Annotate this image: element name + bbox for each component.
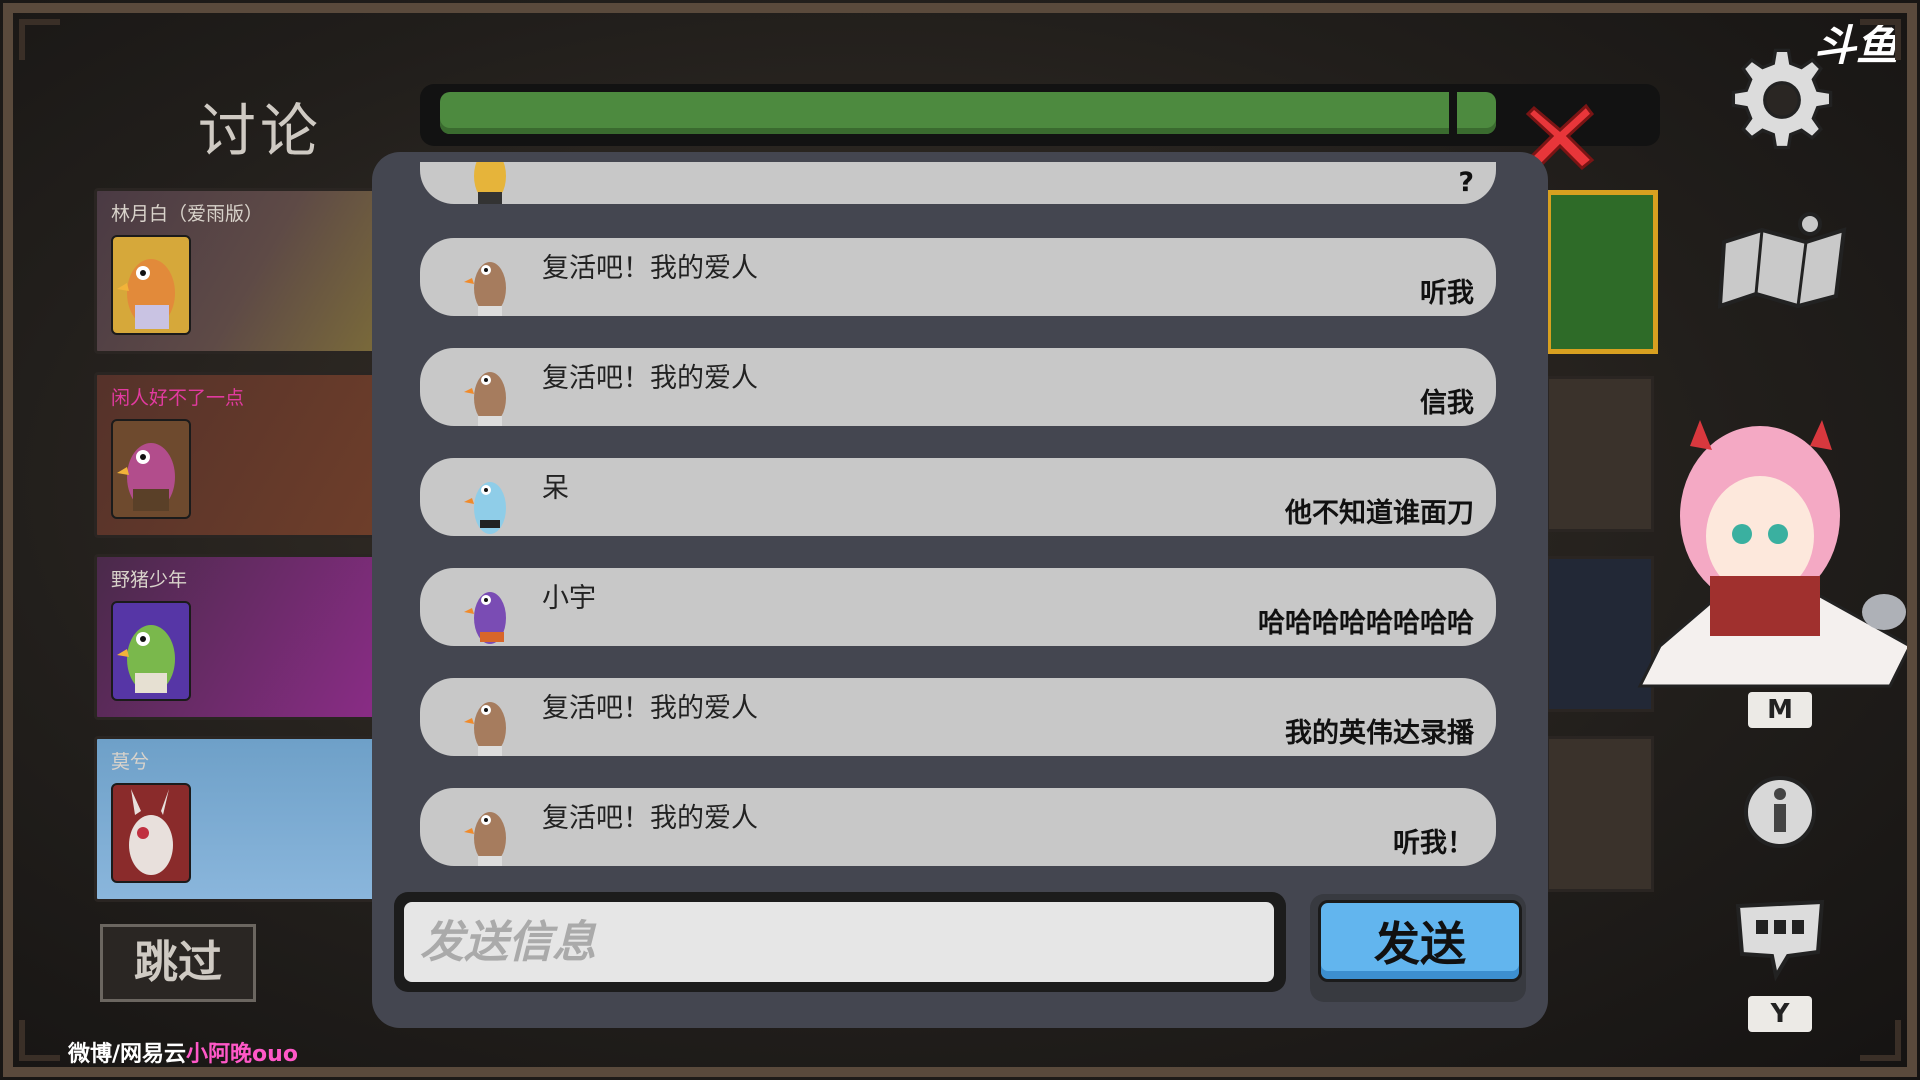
map-icon[interactable] <box>1716 206 1852 316</box>
player-card[interactable]: 林月白（爱雨版） <box>94 188 380 354</box>
player-card[interactable]: 闲人好不了一点 <box>94 372 380 538</box>
info-icon[interactable] <box>1740 772 1820 852</box>
goose-brown-icon <box>464 262 506 316</box>
skip-button[interactable]: 跳过 <box>100 924 256 1002</box>
player-name: 林月白（爱雨版） <box>111 203 264 225</box>
message-text: ? <box>1458 167 1474 198</box>
player-card-right-4[interactable] <box>1546 736 1654 892</box>
goose-brown-icon <box>464 702 506 756</box>
chat-hotkey: Y <box>1748 996 1812 1032</box>
goose-yellow-icon <box>474 162 506 204</box>
message-input[interactable] <box>404 902 1274 982</box>
goose-brown-icon <box>464 812 506 866</box>
chat-message: ? <box>420 162 1496 204</box>
message-text: 听我 <box>1420 278 1474 309</box>
credit-prefix: 微博/网易云 <box>68 1042 187 1067</box>
message-text: 哈哈哈哈哈哈哈哈 <box>1258 608 1474 639</box>
rabbit-avatar <box>111 783 191 883</box>
map-hotkey: M <box>1748 692 1812 728</box>
chat-message: 复活吧！我的爱人 信我 <box>420 348 1496 426</box>
message-sender: 复活吧！我的爱人 <box>542 803 758 834</box>
page-title: 讨论 <box>198 97 323 165</box>
message-list[interactable]: ? 复活吧！我的爱人 听我 复活吧！我的爱人 信我 呆 他不知道谁面刀 小宇 哈… <box>420 162 1500 874</box>
player-name: 闲人好不了一点 <box>111 387 245 409</box>
streamer-credit: 微博/网易云小阿晚ouo <box>68 1036 298 1068</box>
message-sender: 小宇 <box>542 583 596 614</box>
goose-brown-icon <box>464 372 506 426</box>
goose-avatar <box>111 601 191 701</box>
player-name: 野猪少年 <box>111 569 188 591</box>
streamer-mascot <box>1637 420 1912 688</box>
message-sender: 复活吧！我的爱人 <box>542 253 758 284</box>
player-name: 莫兮 <box>111 751 150 773</box>
player-card-right-1[interactable] <box>1546 190 1658 354</box>
message-text: 听我！ <box>1393 828 1474 859</box>
message-sender: 呆 <box>542 473 569 504</box>
goose-blue-icon <box>464 482 506 534</box>
credit-highlight: 小阿晚ouo <box>186 1042 298 1067</box>
send-button[interactable]: 发送 <box>1318 900 1522 982</box>
player-card[interactable]: 野猪少年 <box>94 554 380 720</box>
chat-message: 呆 他不知道谁面刀 <box>420 458 1496 536</box>
message-text: 他不知道谁面刀 <box>1285 498 1474 529</box>
message-sender: 复活吧！我的爱人 <box>542 693 758 724</box>
goose-avatar <box>111 419 191 519</box>
gear-icon[interactable] <box>1728 46 1836 154</box>
goose-purple-icon <box>464 592 506 644</box>
goose-avatar <box>111 235 191 335</box>
timer-divider <box>1449 92 1457 134</box>
message-text: 信我 <box>1420 388 1474 419</box>
message-text: 我的英伟达录播 <box>1285 718 1474 749</box>
message-sender: 复活吧！我的爱人 <box>542 363 758 394</box>
chat-message: 复活吧！我的爱人 听我！ <box>420 788 1496 866</box>
chat-message: 小宇 哈哈哈哈哈哈哈哈 <box>420 568 1496 646</box>
chat-icon[interactable] <box>1732 896 1828 982</box>
discussion-timer-fill <box>440 92 1496 134</box>
chat-message: 复活吧！我的爱人 听我 <box>420 238 1496 316</box>
chat-message: 复活吧！我的爱人 我的英伟达录播 <box>420 678 1496 756</box>
player-card[interactable]: 莫兮 <box>94 736 380 902</box>
